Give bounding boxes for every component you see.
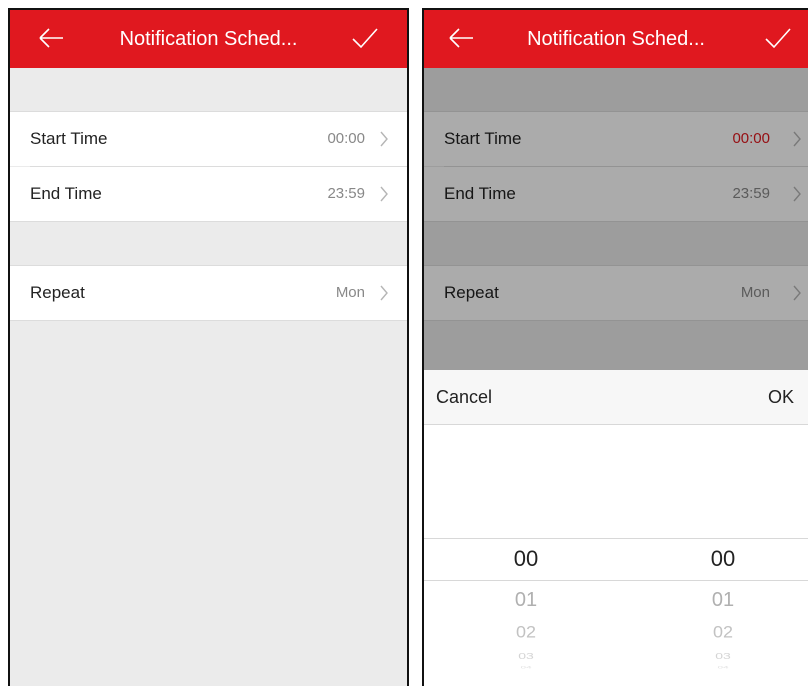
cancel-button[interactable]: Cancel (436, 370, 492, 424)
navigation-bar: Notification Sched... (424, 10, 808, 68)
minute-option-selected[interactable]: 00 (683, 546, 763, 572)
minute-option[interactable]: 01 (683, 589, 763, 612)
divider (10, 221, 407, 222)
repeat-row[interactable]: Repeat Mon (10, 266, 407, 320)
chevron-right-icon (380, 285, 388, 301)
selection-line-top (424, 538, 808, 539)
end-time-label: End Time (30, 184, 102, 203)
hour-option[interactable]: 02 (486, 623, 566, 642)
time-picker-sheet: Cancel OK 00 01 02 03 04 00 01 02 03 04 (424, 370, 808, 686)
start-time-value: 00:00 (327, 130, 365, 147)
hour-option[interactable]: 01 (486, 589, 566, 612)
start-time-label: Start Time (30, 129, 108, 148)
hour-option[interactable]: 03 (486, 651, 566, 661)
page-title: Notification Sched... (119, 28, 298, 50)
page-title: Notification Sched... (527, 28, 705, 50)
dim-overlay[interactable] (424, 68, 808, 370)
back-arrow-icon[interactable] (38, 25, 64, 51)
navigation-bar: Notification Sched... (10, 10, 407, 68)
back-arrow-icon[interactable] (448, 25, 474, 51)
schedule-screen-with-time-picker: Notification Sched... Start Time 00:00 E… (422, 8, 808, 686)
ok-button[interactable]: OK (768, 370, 794, 424)
end-time-row[interactable]: End Time 23:59 (10, 167, 407, 221)
minute-option[interactable]: 04 (683, 665, 763, 669)
chevron-right-icon (380, 131, 388, 147)
schedule-screen: Notification Sched... Start Time 00:00 E… (8, 8, 409, 686)
check-icon[interactable] (351, 26, 379, 50)
check-icon[interactable] (764, 26, 792, 50)
minute-option[interactable]: 02 (683, 623, 763, 642)
repeat-label: Repeat (30, 283, 85, 302)
picker-toolbar: Cancel OK (424, 370, 808, 425)
hour-option[interactable]: 04 (486, 665, 566, 669)
divider (10, 320, 407, 321)
start-time-row[interactable]: Start Time 00:00 (10, 112, 407, 166)
minute-option[interactable]: 03 (683, 651, 763, 661)
selection-line-bottom (424, 580, 808, 581)
hour-option-selected[interactable]: 00 (486, 546, 566, 572)
chevron-right-icon (380, 186, 388, 202)
repeat-value: Mon (335, 284, 365, 301)
end-time-value: 23:59 (327, 185, 365, 202)
